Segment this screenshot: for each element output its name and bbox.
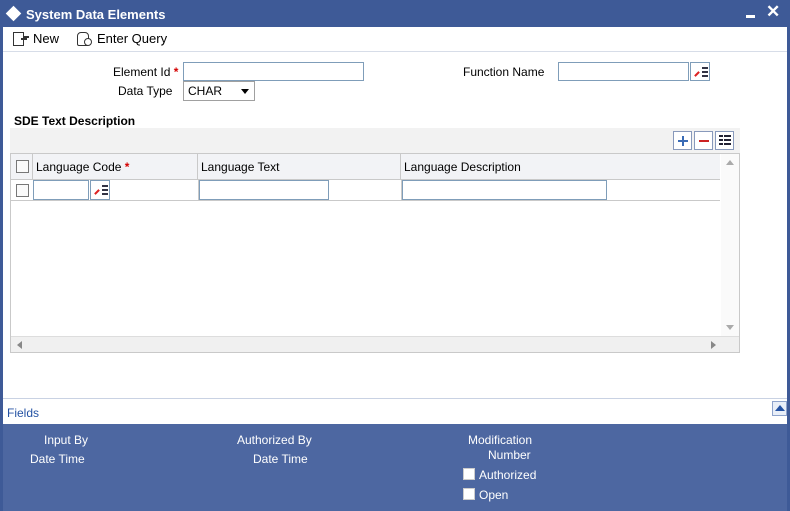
input-by-label: Input By — [44, 433, 89, 447]
input-date-time-label: Date Time — [30, 452, 85, 466]
scroll-left-icon[interactable] — [17, 341, 22, 349]
language-description-input[interactable] — [402, 180, 607, 200]
function-name-lov-icon[interactable] — [690, 62, 710, 81]
authorized-by-label: Authorized By — [237, 433, 312, 447]
language-code-lov-icon[interactable] — [90, 180, 110, 200]
modification-number-label: Number — [488, 448, 531, 462]
grid-toolbar — [10, 128, 740, 153]
new-document-icon — [12, 31, 28, 46]
toolbar: New Enter Query — [3, 27, 787, 52]
enter-query-icon — [76, 31, 92, 46]
diamond-icon — [5, 5, 22, 22]
modification-label: Modification — [468, 433, 533, 447]
close-icon[interactable]: ✕ — [766, 2, 780, 22]
vertical-scrollbar[interactable] — [721, 154, 739, 336]
authorized-checkbox[interactable] — [463, 468, 475, 480]
language-text-input[interactable] — [199, 180, 329, 200]
scroll-down-icon[interactable] — [726, 325, 734, 330]
language-code-input[interactable] — [33, 180, 89, 200]
open-label: Open — [479, 488, 509, 502]
select-all-checkbox[interactable] — [16, 160, 29, 173]
function-name-label: Function Name — [463, 65, 545, 79]
minus-icon[interactable] — [694, 131, 713, 150]
element-id-input[interactable] — [183, 62, 364, 81]
fields-bar: Fields — [3, 398, 787, 424]
auth-date-time-label: Date Time — [253, 452, 308, 466]
column-language-code: Language Code * — [33, 154, 198, 179]
title-bar: System Data Elements ✕ — [0, 0, 790, 27]
horizontal-scrollbar[interactable] — [11, 336, 739, 352]
sde-grid: Language Code * Language Text Language D… — [10, 153, 740, 353]
new-button-label: New — [33, 30, 60, 46]
minimize-icon[interactable] — [746, 15, 755, 18]
grid-header: Language Code * Language Text Language D… — [11, 154, 720, 180]
audit-panel: Input By Date Time Authorized By Date Ti… — [3, 424, 787, 511]
data-type-label: Data Type — [118, 84, 173, 98]
table-row — [11, 180, 720, 201]
data-type-value: CHAR — [188, 84, 223, 98]
enter-query-label: Enter Query — [97, 30, 168, 46]
row-checkbox[interactable] — [16, 184, 29, 197]
collapse-up-icon[interactable] — [772, 401, 787, 416]
column-language-description: Language Description — [404, 159, 521, 174]
element-id-label: Element Id * — [113, 65, 179, 79]
sde-section-title: SDE Text Description — [14, 114, 136, 128]
column-language-text: Language Text — [198, 154, 401, 179]
function-name-input[interactable] — [558, 62, 689, 81]
open-checkbox[interactable] — [463, 488, 475, 500]
scroll-up-icon[interactable] — [726, 160, 734, 165]
authorized-label: Authorized — [479, 468, 537, 482]
data-type-select[interactable]: CHAR — [183, 81, 255, 101]
single-view-icon[interactable] — [715, 131, 734, 150]
new-button[interactable]: New — [12, 29, 59, 47]
chevron-down-icon — [241, 89, 249, 94]
enter-query-button[interactable]: Enter Query — [76, 29, 167, 47]
plus-icon[interactable] — [673, 131, 692, 150]
window-title: System Data Elements — [26, 7, 166, 22]
fields-link[interactable]: Fields — [7, 406, 39, 420]
scroll-right-icon[interactable] — [711, 341, 716, 349]
